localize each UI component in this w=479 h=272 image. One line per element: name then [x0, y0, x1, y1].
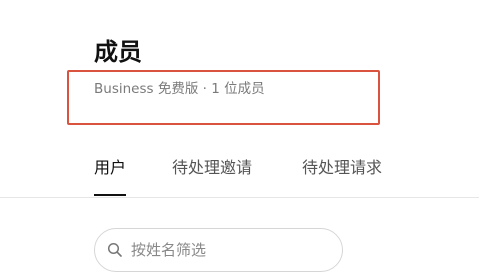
annotation-highlight-box — [67, 70, 380, 125]
page-title: 成员 — [94, 38, 142, 66]
search-icon — [107, 242, 123, 258]
tab-pending-requests[interactable]: 待处理请求 — [302, 150, 382, 186]
tabs-divider — [0, 197, 479, 198]
tab-users[interactable]: 用户 — [94, 150, 127, 196]
tab-pending-invites[interactable]: 待处理邀请 — [172, 150, 252, 186]
name-filter-input[interactable] — [131, 241, 321, 259]
filter-search-box[interactable] — [94, 228, 343, 272]
